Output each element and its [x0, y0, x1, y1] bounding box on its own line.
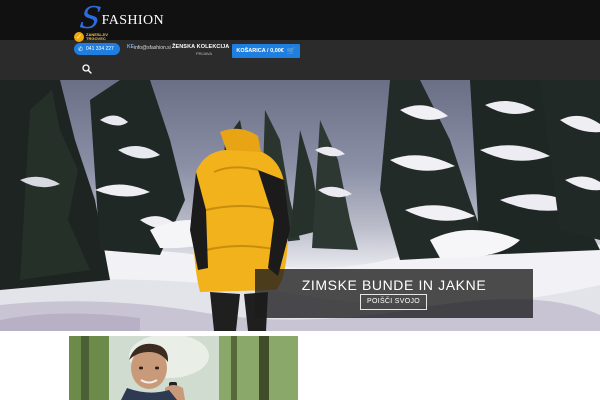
- hero-caption: ZIMSKE BUNDE IN JAKNE POIŠČI SVOJO: [255, 269, 533, 318]
- nav-item-login[interactable]: PRIJAVA: [196, 51, 212, 56]
- phone-number: 041 334 227: [86, 46, 114, 52]
- email-link[interactable]: info@sfashion.si: [134, 45, 171, 51]
- man-on-phone-image: [69, 336, 298, 400]
- logo-text: FASHION: [101, 13, 164, 28]
- cart-icon: 🛒: [286, 47, 296, 55]
- phone-icon: ✆: [78, 45, 84, 53]
- nav-item-zenska-kolekcija[interactable]: ŽENSKA KOLEKCIJA: [172, 44, 229, 50]
- content-section: [0, 331, 600, 400]
- badge-text: ZANESLJIV TRGOVEC: [86, 32, 109, 41]
- trusted-merchant-badge[interactable]: ✓ ZANESLJIV TRGOVEC: [74, 31, 112, 43]
- search-icon[interactable]: [82, 64, 92, 74]
- check-badge-icon: ✓: [74, 32, 84, 42]
- logo-initial: S: [77, 1, 104, 36]
- cart-button[interactable]: KOŠARICA / 0,00€ 🛒: [232, 44, 300, 58]
- phone-button[interactable]: ✆ 041 334 227: [74, 43, 120, 55]
- nav-item-fragment[interactable]: KE: [127, 44, 134, 50]
- featured-image[interactable]: [69, 336, 298, 400]
- hero-title: ZIMSKE BUNDE IN JAKNE: [301, 277, 487, 293]
- find-yours-button[interactable]: POIŠČI SVOJO: [360, 294, 427, 310]
- hero-banner: ZIMSKE BUNDE IN JAKNE POIŠČI SVOJO: [0, 80, 600, 331]
- cart-label: KOŠARICA / 0,00€: [236, 48, 284, 54]
